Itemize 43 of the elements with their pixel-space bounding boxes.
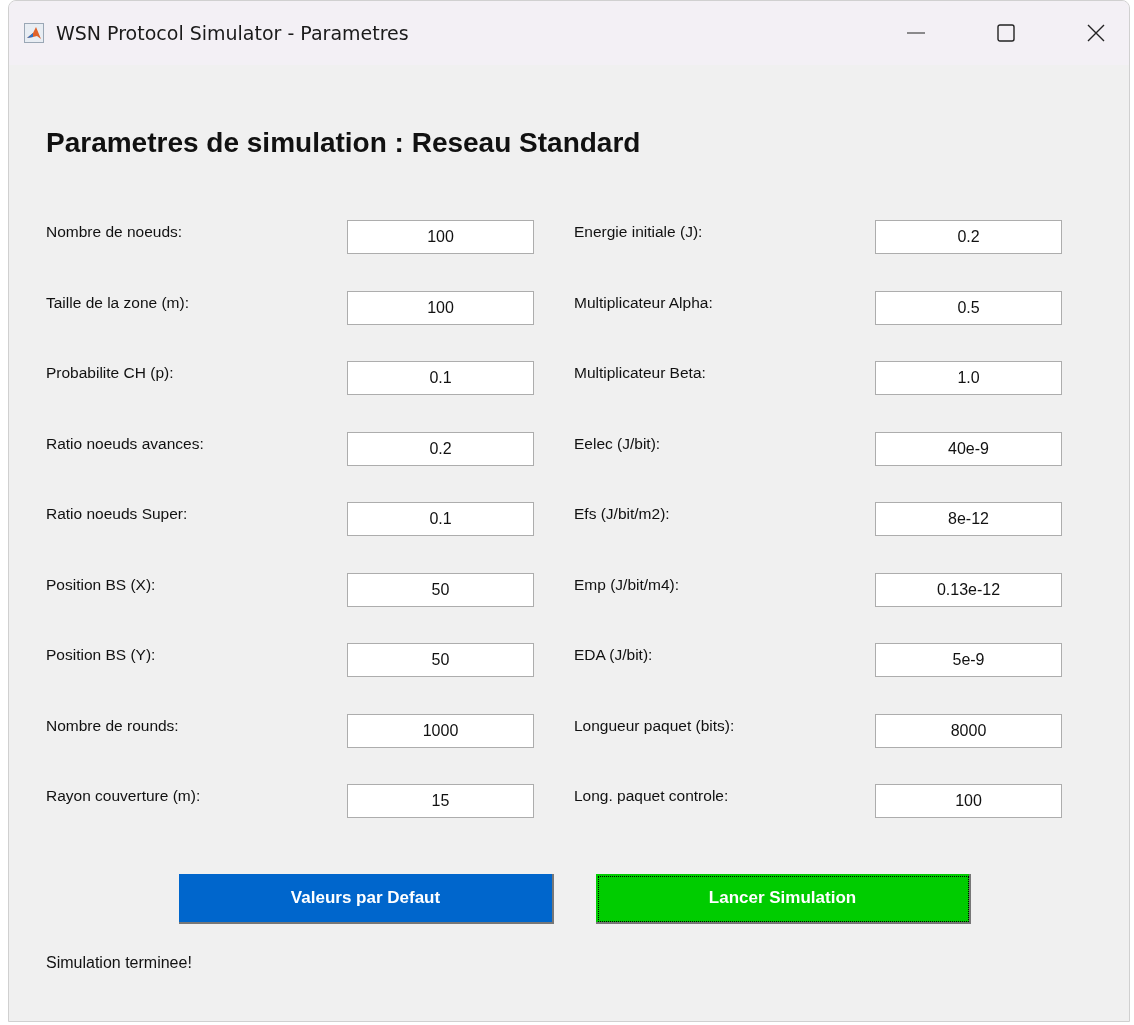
input-field[interactable]: 1.0	[875, 361, 1062, 395]
input-field[interactable]: 1000	[347, 713, 534, 748]
field-label: Emp (J/bit/m4):	[574, 575, 681, 594]
field-label: Multiplicateur Beta:	[574, 364, 707, 382]
input-field[interactable]: 8000	[875, 713, 1062, 748]
input-field[interactable]: 5e-9	[875, 643, 1062, 677]
field-label: Efs (J/bit/m2):	[574, 505, 671, 523]
field-label: Position BS (X):	[46, 575, 157, 594]
input-field[interactable]: 0.2	[347, 431, 534, 466]
input-field[interactable]: 40e-9	[875, 431, 1062, 466]
field-label: Nombre de rounds:	[46, 716, 180, 735]
field-label: Rayon couverture (m):	[46, 787, 202, 805]
field-label: Energie initiale (J):	[574, 223, 704, 241]
input-field[interactable]: 0.1	[347, 502, 534, 536]
input-field[interactable]: 0.13e-12	[875, 572, 1062, 607]
window-title: WSN Protocol Simulator - Parametres	[56, 22, 409, 44]
input-field[interactable]: 0.1	[347, 361, 534, 395]
default-values-button[interactable]: Valeurs par Defaut	[179, 874, 554, 924]
close-icon[interactable]	[1087, 24, 1105, 42]
field-label: Nombre de noeuds:	[46, 223, 184, 241]
input-field[interactable]: 100	[875, 784, 1062, 818]
input-field[interactable]: 0.2	[875, 220, 1062, 254]
input-field[interactable]: 50	[347, 643, 534, 677]
field-label: Multiplicateur Alpha:	[574, 293, 714, 312]
app-icon	[24, 23, 44, 43]
input-field[interactable]: 100	[347, 220, 534, 254]
field-label: Eelec (J/bit):	[574, 434, 662, 453]
input-field[interactable]: 8e-12	[875, 502, 1062, 536]
input-field[interactable]: 50	[347, 572, 534, 607]
maximize-icon[interactable]	[997, 24, 1015, 42]
field-label: Position BS (Y):	[46, 646, 157, 664]
status-text: Simulation terminee!	[46, 954, 193, 972]
field-label: Taille de la zone (m):	[46, 293, 190, 312]
field-label: EDA (J/bit):	[574, 646, 654, 664]
field-label: Probabilite CH (p):	[46, 364, 175, 382]
field-label: Ratio noeuds avances:	[46, 434, 205, 453]
field-label: Longueur paquet (bits):	[574, 716, 736, 735]
field-label: Long. paquet controle:	[574, 787, 730, 805]
input-field[interactable]: 15	[347, 784, 534, 818]
input-field[interactable]: 100	[347, 290, 534, 325]
input-field[interactable]: 0.5	[875, 290, 1062, 325]
page-heading: Parametres de simulation : Reseau Standard	[46, 127, 642, 160]
field-label: Ratio noeuds Super:	[46, 505, 189, 523]
